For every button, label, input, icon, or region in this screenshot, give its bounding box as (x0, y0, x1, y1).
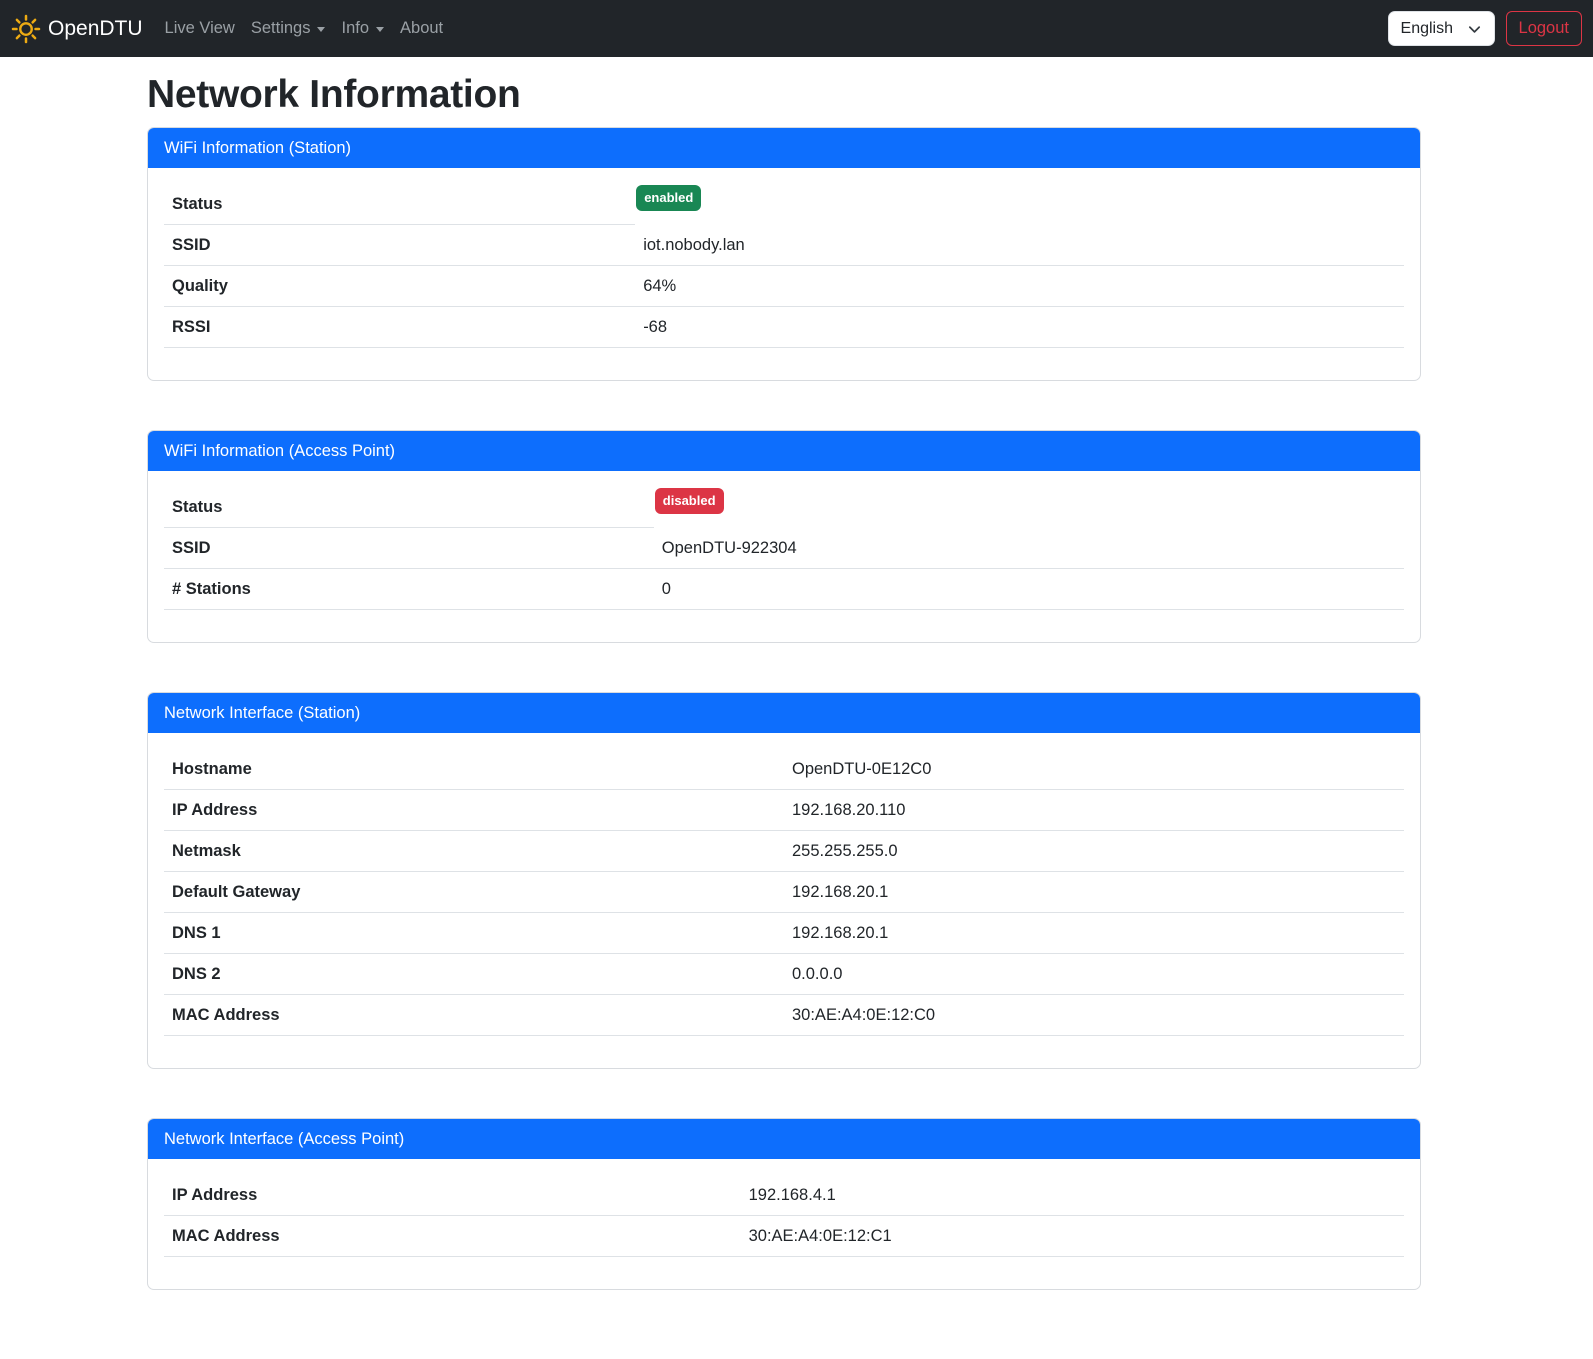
row-label: Default Gateway (164, 872, 784, 913)
row-value: iot.nobody.lan (635, 225, 1404, 266)
table-row: IP Address192.168.4.1 (164, 1175, 1404, 1216)
row-label: Status (164, 184, 635, 225)
row-value: OpenDTU-0E12C0 (784, 749, 1404, 790)
table-row: DNS 20.0.0.0 (164, 954, 1404, 995)
info-card: Network Interface (Access Point) IP Addre… (147, 1118, 1421, 1290)
row-label: DNS 2 (164, 954, 784, 995)
card-body: StatusenabledSSIDiot.nobody.lanQuality64… (148, 168, 1420, 380)
table-row: Statusenabled (164, 184, 1404, 225)
chevron-down-icon (1467, 20, 1482, 37)
nav-item-info[interactable]: Info (333, 11, 392, 46)
row-label: SSID (164, 225, 635, 266)
row-value: -68 (635, 307, 1404, 348)
logout-button[interactable]: Logout (1506, 11, 1582, 46)
info-card: Network Interface (Station) HostnameOpenD… (147, 692, 1421, 1069)
language-select-value: English (1401, 20, 1453, 38)
row-value: 30:AE:A4:0E:12:C1 (741, 1216, 1404, 1257)
row-label: Quality (164, 266, 635, 307)
row-value: 30:AE:A4:0E:12:C0 (784, 995, 1404, 1036)
card-body: IP Address192.168.4.1MAC Address30:AE:A4… (148, 1159, 1420, 1289)
row-label: MAC Address (164, 995, 784, 1036)
info-card: WiFi Information (Access Point) Statusdis… (147, 430, 1421, 643)
sun-icon (11, 14, 41, 44)
info-table: HostnameOpenDTU-0E12C0IP Address192.168.… (164, 749, 1404, 1036)
row-value: OpenDTU-922304 (654, 528, 1404, 569)
navbar: OpenDTU Live View Settings Info About Engli… (0, 0, 1593, 57)
table-row: Netmask255.255.255.0 (164, 831, 1404, 872)
nav-item-about[interactable]: About (392, 11, 451, 46)
table-row: Default Gateway192.168.20.1 (164, 872, 1404, 913)
table-row: HostnameOpenDTU-0E12C0 (164, 749, 1404, 790)
nav-item-label: Settings (251, 19, 311, 38)
nav-links: Live View Settings Info About (157, 11, 452, 46)
row-label: Netmask (164, 831, 784, 872)
brand[interactable]: OpenDTU (11, 14, 143, 44)
table-row: DNS 1192.168.20.1 (164, 913, 1404, 954)
row-label: RSSI (164, 307, 635, 348)
language-select[interactable]: English (1388, 11, 1495, 46)
brand-label: OpenDTU (48, 17, 143, 41)
row-value: 0.0.0.0 (784, 954, 1404, 995)
status-badge: enabled (636, 185, 701, 211)
row-value-cell: disabled (654, 487, 1404, 528)
table-row: Statusdisabled (164, 487, 1404, 528)
card-header: Network Interface (Station) (148, 693, 1420, 733)
row-label: MAC Address (164, 1216, 741, 1257)
row-value: 192.168.20.110 (784, 790, 1404, 831)
table-row: SSIDiot.nobody.lan (164, 225, 1404, 266)
card-body: StatusdisabledSSIDOpenDTU-922304# Statio… (148, 471, 1420, 642)
table-row: SSIDOpenDTU-922304 (164, 528, 1404, 569)
main-content: Network Information WiFi Information (St… (147, 72, 1421, 1290)
row-value: 64% (635, 266, 1404, 307)
table-row: Quality64% (164, 266, 1404, 307)
info-table: StatusenabledSSIDiot.nobody.lanQuality64… (164, 184, 1404, 348)
status-badge: disabled (655, 488, 724, 514)
card-header: WiFi Information (Station) (148, 128, 1420, 168)
page-title: Network Information (147, 72, 1421, 118)
caret-down-icon (376, 27, 384, 32)
nav-item-live-view[interactable]: Live View (157, 11, 243, 46)
row-value: 192.168.20.1 (784, 913, 1404, 954)
info-card: WiFi Information (Station)StatusenabledS… (147, 127, 1421, 381)
navbar-right: English Logout (1388, 11, 1582, 46)
row-value-cell: enabled (635, 184, 1404, 225)
row-label: Hostname (164, 749, 784, 790)
info-table: IP Address192.168.4.1MAC Address30:AE:A4… (164, 1175, 1404, 1257)
row-value: 192.168.20.1 (784, 872, 1404, 913)
card-body: HostnameOpenDTU-0E12C0IP Address192.168.… (148, 733, 1420, 1068)
row-label: IP Address (164, 790, 784, 831)
table-row: MAC Address30:AE:A4:0E:12:C0 (164, 995, 1404, 1036)
nav-item-settings[interactable]: Settings (243, 11, 334, 46)
table-row: # Stations0 (164, 569, 1404, 610)
row-value: 0 (654, 569, 1404, 610)
info-table: StatusdisabledSSIDOpenDTU-922304# Statio… (164, 487, 1404, 610)
card-header: Network Interface (Access Point) (148, 1119, 1420, 1159)
nav-item-label: About (400, 19, 443, 38)
table-row: MAC Address30:AE:A4:0E:12:C1 (164, 1216, 1404, 1257)
table-row: IP Address192.168.20.110 (164, 790, 1404, 831)
row-label: Status (164, 487, 654, 528)
nav-item-label: Info (341, 19, 369, 38)
row-value: 255.255.255.0 (784, 831, 1404, 872)
row-value: 192.168.4.1 (741, 1175, 1404, 1216)
row-label: IP Address (164, 1175, 741, 1216)
nav-item-label: Live View (165, 19, 235, 38)
row-label: # Stations (164, 569, 654, 610)
caret-down-icon (317, 27, 325, 32)
table-row: RSSI-68 (164, 307, 1404, 348)
row-label: DNS 1 (164, 913, 784, 954)
row-label: SSID (164, 528, 654, 569)
card-header: WiFi Information (Access Point) (148, 431, 1420, 471)
cards-container: WiFi Information (Station)StatusenabledS… (147, 127, 1421, 1290)
